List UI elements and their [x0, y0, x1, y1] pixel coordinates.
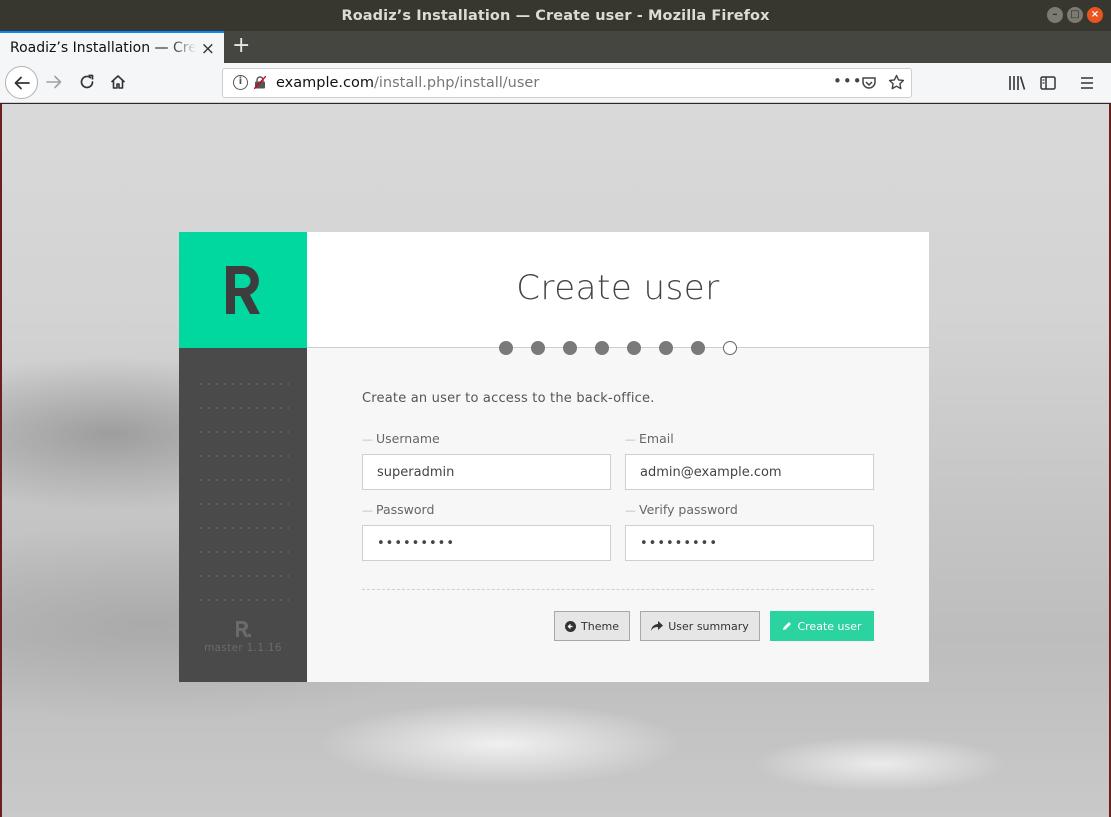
forward-button[interactable]	[44, 72, 64, 92]
verify-password-field[interactable]: •••••••••	[625, 525, 874, 561]
logo-block	[179, 232, 307, 348]
url-path: /install.php/install/user	[374, 75, 540, 91]
minimize-button[interactable]: –	[1047, 7, 1063, 23]
url-text: example.com/install.php/install/user	[276, 75, 539, 91]
page-viewport: master 1.1.16 Create user Create an user…	[0, 104, 1111, 817]
footer-logo-icon	[236, 620, 251, 637]
back-icon	[14, 76, 30, 89]
create-user-button-label: Create user	[797, 619, 862, 633]
sidebar-icon[interactable]	[1040, 75, 1056, 91]
create-user-button[interactable]: Create user	[770, 611, 874, 641]
pencil-icon	[783, 622, 792, 630]
tab-strip: Roadiz’s Installation — Create user × +	[0, 31, 1111, 63]
sidebar-pattern	[197, 372, 289, 612]
home-icon	[110, 75, 126, 89]
library-icon[interactable]	[1008, 75, 1026, 91]
email-field[interactable]: admin@example.com	[625, 454, 874, 490]
page-title: Create user	[516, 268, 720, 308]
navigation-toolbar: i example.com/install.php/install/user •…	[0, 63, 1111, 103]
reload-button[interactable]	[77, 72, 97, 92]
window-titlebar: Roadiz’s Installation — Create user - Mo…	[0, 0, 1111, 31]
step-dot	[499, 341, 513, 355]
version-label: master 1.1.16	[204, 642, 282, 654]
password-field[interactable]: •••••••••	[362, 525, 611, 561]
close-window-button[interactable]: ×	[1087, 7, 1103, 23]
reload-icon	[80, 74, 94, 89]
pocket-icon[interactable]	[861, 75, 877, 91]
verify-password-label: Verify password	[625, 502, 738, 517]
forward-icon	[46, 75, 62, 89]
card-header: Create user	[307, 232, 929, 348]
install-card: master 1.1.16 Create user Create an user…	[179, 232, 929, 682]
page-actions-icon[interactable]: •••	[833, 72, 863, 90]
step-dot-current	[723, 341, 737, 355]
home-button[interactable]	[108, 72, 128, 92]
username-label: Username	[362, 431, 440, 446]
tab-title: Roadiz’s Installation — Create user	[10, 40, 196, 56]
window-border-left	[0, 104, 2, 817]
share-arrow-icon	[651, 621, 664, 631]
window-controls: – □ ×	[1047, 7, 1103, 23]
step-dot	[531, 341, 545, 355]
password-label: Password	[362, 502, 434, 517]
window-title: Roadiz’s Installation — Create user - Mo…	[341, 7, 770, 24]
step-indicator	[499, 341, 737, 355]
intro-text: Create an user to access to the back-off…	[362, 391, 655, 406]
username-field[interactable]: superadmin	[362, 454, 611, 490]
step-dot	[691, 341, 705, 355]
maximize-button[interactable]: □	[1067, 7, 1083, 23]
tab-roadiz-installation[interactable]: Roadiz’s Installation — Create user ×	[0, 31, 224, 63]
email-label: Email	[625, 431, 674, 446]
user-summary-button[interactable]: User summary	[640, 611, 760, 641]
step-dot	[595, 341, 609, 355]
tab-close-icon[interactable]: ×	[201, 39, 215, 59]
theme-button[interactable]: Theme	[554, 611, 630, 641]
step-dot	[627, 341, 641, 355]
theme-button-label: Theme	[581, 619, 619, 633]
step-dot	[563, 341, 577, 355]
info-icon[interactable]: i	[233, 75, 248, 90]
user-summary-button-label: User summary	[668, 619, 749, 633]
sidebar: master 1.1.16	[179, 232, 307, 682]
url-bar[interactable]: i example.com/install.php/install/user •…	[222, 68, 912, 98]
back-button[interactable]	[5, 66, 38, 99]
url-host: example.com	[276, 75, 374, 91]
form-divider	[362, 589, 874, 590]
step-dot	[659, 341, 673, 355]
insecure-lock-icon[interactable]	[254, 76, 266, 89]
bookmark-star-icon[interactable]	[888, 74, 905, 91]
roadiz-logo-icon	[226, 266, 260, 314]
circle-arrow-left-icon	[565, 620, 577, 632]
new-tab-button[interactable]: +	[232, 33, 250, 58]
menu-icon[interactable]	[1079, 75, 1095, 91]
